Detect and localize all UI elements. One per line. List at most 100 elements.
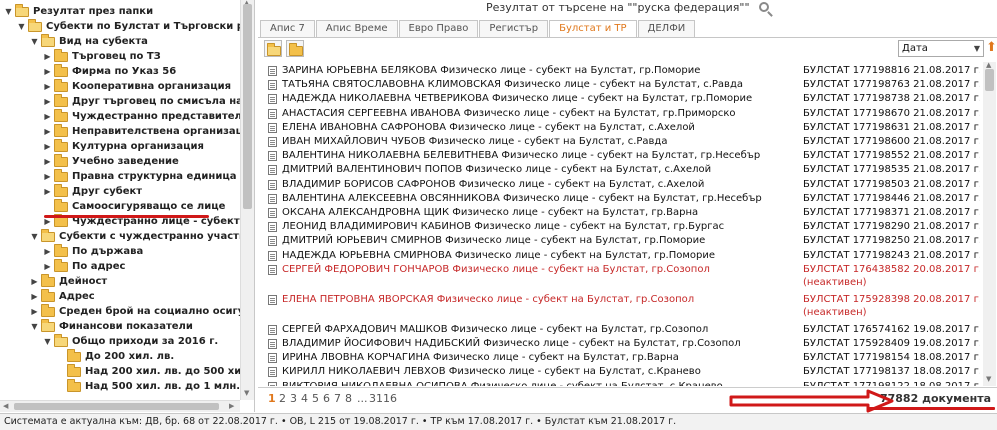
result-title-link[interactable]: ИВАН МИХАЙЛОВИЧ ЧУБОВ Физическо лице - с… [282, 135, 667, 148]
tab-4[interactable]: Булстат и ТР [549, 20, 637, 37]
results-scroll-thumb[interactable] [985, 69, 994, 91]
collapse-icon[interactable]: ▼ [30, 318, 39, 335]
result-bulstat-info: БУЛСТАТ 177198250 21.08.2017 г. [803, 235, 980, 247]
result-title-link[interactable]: ТАТЬЯНА СВЯТОСЛАВОВНА КЛИМОВСКАЯ Физичес… [282, 78, 743, 91]
page-link[interactable]: 8 [345, 392, 352, 405]
result-row[interactable]: НАДЕЖДА ЮРЬЕВНА СМИРНОВА Физическо лице … [268, 249, 980, 263]
result-title-link[interactable]: ВЛАДИМИР БОРИСОВ САФРОНОВ Физическо лице… [282, 178, 704, 191]
sort-select[interactable]: Дата ▼ [898, 40, 984, 57]
result-row[interactable]: ВИКТОРИЯ НИКОЛАЕВНА ОСИПОВА Физическо ли… [268, 380, 980, 386]
collapse-icon[interactable]: ▼ [4, 3, 13, 20]
sort-ascending-icon[interactable]: ⬆ [986, 40, 997, 57]
result-title-link[interactable]: ОКСАНА АЛЕКСАНДРОВНА ЩИК Физическо лице … [282, 206, 698, 219]
result-row[interactable]: ЕЛЕНА ИВАНОВНА САФРОНОВА Физическо лице … [268, 121, 980, 135]
result-row[interactable]: ИВАН МИХАЙЛОВИЧ ЧУБОВ Физическо лице - с… [268, 135, 980, 149]
result-row[interactable]: ТАТЬЯНА СВЯТОСЛАВОВНА КЛИМОВСКАЯ Физичес… [268, 78, 980, 92]
folder-icon [54, 108, 68, 122]
folder-icon [41, 303, 55, 317]
result-title-link[interactable]: ВИКТОРИЯ НИКОЛАЕВНА ОСИПОВА Физическо ли… [282, 380, 723, 386]
result-title-link[interactable]: ИРИНА ЛВОВНА КОРЧАГИНА Физическо лице - … [282, 351, 679, 364]
result-title-link[interactable]: ЕЛЕНА ПЕТРОВНА ЯВОРСКАЯ Физическо лице -… [282, 293, 694, 306]
results-vertical-scrollbar[interactable]: ▲ ▼ [983, 61, 996, 386]
result-row[interactable]: ДМИТРИЙ ЮРЬЕВИЧ СМИРНОВ Физическо лице -… [268, 234, 980, 248]
scroll-down-icon[interactable]: ▼ [244, 389, 249, 397]
search-icon[interactable] [759, 2, 770, 12]
result-status-badge: (неактивен) [803, 276, 867, 288]
page-link[interactable]: 4 [301, 392, 308, 405]
result-title-link[interactable]: АНАСТАСИЯ СЕРГЕЕВНА ИВАНОВА Физическо ли… [282, 107, 736, 120]
result-bulstat-info: БУЛСТАТ 177198446 21.08.2017 г. [803, 192, 980, 204]
tab-0[interactable]: Апис 7 [260, 20, 315, 37]
status-bar-text: Системата е актуална към: ДВ, бр. 68 от … [4, 416, 677, 427]
collapse-icon[interactable]: ▼ [17, 18, 26, 35]
result-bulstat-info: БУЛСТАТ 177198816 21.08.2017 г. [803, 65, 980, 76]
scroll-down-icon[interactable]: ▼ [986, 375, 991, 383]
result-title-link[interactable]: ВАЛЕНТИНА АЛЕКСЕЕВНА ОВСЯННИКОВА Физичес… [282, 192, 762, 205]
tab-2[interactable]: Евро Право [398, 20, 479, 37]
page-link[interactable]: 6 [323, 392, 330, 405]
result-title-link[interactable]: ЕЛЕНА ИВАНОВНА САФРОНОВА Физическо лице … [282, 121, 695, 134]
tab-1[interactable]: Апис Време [315, 20, 398, 37]
result-bulstat-info: БУЛСТАТ 175928409 19.08.2017 г. [803, 338, 980, 349]
folder-icon [54, 63, 68, 77]
result-row[interactable]: АНАСТАСИЯ СЕРГЕЕВНА ИВАНОВА Физическо ли… [268, 107, 980, 121]
document-icon [268, 222, 277, 233]
result-title-link[interactable]: ЗАРИНА ЮРЬЕВНА БЕЛЯКОВА Физическо лице -… [282, 64, 700, 77]
result-row[interactable]: ИРИНА ЛВОВНА КОРЧАГИНА Физическо лице - … [268, 351, 980, 365]
page-link[interactable]: 5 [312, 392, 319, 405]
tab-5[interactable]: ДЕЛФИ [637, 20, 696, 37]
page-link[interactable]: 2 [279, 392, 286, 405]
tree-horizontal-scrollbar[interactable]: ◀ ▶ [0, 400, 240, 412]
result-title-link[interactable]: ДМИТРИЙ ЮРЬЕВИЧ СМИРНОВ Физическо лице -… [282, 234, 705, 247]
result-bulstat-info: БУЛСТАТ 177198122 18.08.2017 г. [803, 380, 980, 386]
document-icon [268, 339, 277, 349]
folder-icon [289, 43, 303, 56]
result-bulstat-info: БУЛСТАТ 177198552 21.08.2017 г. [803, 150, 980, 162]
tab-3[interactable]: Регистър [479, 20, 549, 37]
page-link[interactable]: 7 [334, 392, 341, 405]
open-folder-button[interactable] [264, 40, 282, 57]
result-status-badge: (неактивен) [803, 306, 867, 318]
result-row[interactable]: СЕРГЕЙ ФАРХАДОВИЧ МАШКОВ Физическо лице … [268, 323, 980, 337]
result-bulstat-info: БУЛСТАТ 177198290 21.08.2017 г. [803, 221, 980, 233]
result-row[interactable]: ЗАРИНА ЮРЬЕВНА БЕЛЯКОВА Физическо лице -… [268, 64, 980, 78]
result-title-link[interactable]: ВЛАДИМИР ЙОСИФОВИЧ НАДИБСКИЙ Физическо л… [282, 337, 741, 350]
result-row[interactable]: ЕЛЕНА ПЕТРОВНА ЯВОРСКАЯ Физическо лице -… [268, 293, 980, 319]
result-title-link[interactable]: НАДЕЖДА НИКОЛАЕВНА ЧЕТВЕРИКОВА Физическо… [282, 92, 752, 105]
scroll-left-icon[interactable]: ◀ [3, 402, 8, 410]
open-folder-icon [267, 43, 281, 56]
collapse-icon[interactable]: ▼ [30, 33, 39, 50]
result-bulstat-info: БУЛСТАТ 177198738 21.08.2017 г. [803, 93, 980, 105]
result-title-link[interactable]: СЕРГЕЙ ФЕДОРОВИЧ ГОНЧАРОВ Физическо лице… [282, 263, 710, 276]
page-link[interactable]: 3 [290, 392, 297, 405]
folder-icon [67, 363, 81, 377]
open-folder-icon [15, 3, 29, 17]
result-row[interactable]: ДМИТРИЙ ВАЛЕНТИНОВИЧ ПОПОВ Физическо лиц… [268, 163, 980, 177]
page-link[interactable]: 1 [268, 392, 276, 405]
result-row[interactable]: НАДЕЖДА НИКОЛАЕВНА ЧЕТВЕРИКОВА Физическо… [268, 92, 980, 106]
result-title-link[interactable]: ДМИТРИЙ ВАЛЕНТИНОВИЧ ПОПОВ Физическо лиц… [282, 163, 711, 176]
scroll-up-icon[interactable]: ▲ [986, 61, 991, 69]
folder-button[interactable] [286, 40, 304, 57]
result-row[interactable]: ВАЛЕНТИНА АЛЕКСЕЕВНА ОВСЯННИКОВА Физичес… [268, 192, 980, 206]
result-title-link[interactable]: НАДЕЖДА ЮРЬЕВНА СМИРНОВА Физическо лице … [282, 249, 715, 262]
result-row[interactable]: ВЛАДИМИР БОРИСОВ САФРОНОВ Физическо лице… [268, 178, 980, 192]
result-row[interactable]: ЛЕОНИД ВЛАДИМИРОВИЧ КАБИНОВ Физическо ли… [268, 220, 980, 234]
result-row[interactable]: СЕРГЕЙ ФЕДОРОВИЧ ГОНЧАРОВ Физическо лице… [268, 263, 980, 289]
result-title-link[interactable]: ВАЛЕНТИНА НИКОЛАЕВНА БЕЛЕВИТНЕВА Физичес… [282, 149, 760, 162]
result-title-link[interactable]: СЕРГЕЙ ФАРХАДОВИЧ МАШКОВ Физическо лице … [282, 323, 708, 336]
collapse-icon[interactable]: ▼ [30, 228, 39, 245]
result-row[interactable]: КИРИЛЛ НИКОЛАЕВИЧ ЛЕВХОВ Физическо лице … [268, 365, 980, 379]
result-row[interactable]: ОКСАНА АЛЕКСАНДРОВНА ЩИК Физическо лице … [268, 206, 980, 220]
result-title-link[interactable]: КИРИЛЛ НИКОЛАЕВИЧ ЛЕВХОВ Физическо лице … [282, 365, 701, 378]
tree-vertical-scrollbar[interactable]: ▲ ▼ [240, 0, 254, 400]
tree-vertical-scroll-thumb[interactable] [243, 4, 252, 209]
tree-node[interactable]: Над 500 хил. лв. до 1 млн. лв. [56, 378, 240, 395]
collapse-icon[interactable]: ▼ [43, 333, 52, 350]
tree-horizontal-scroll-thumb[interactable] [14, 403, 219, 410]
page-link-last[interactable]: 3116 [369, 392, 397, 405]
result-title-link[interactable]: ЛЕОНИД ВЛАДИМИРОВИЧ КАБИНОВ Физическо ли… [282, 220, 724, 233]
scroll-right-icon[interactable]: ▶ [229, 402, 234, 410]
result-row[interactable]: ВЛАДИМИР ЙОСИФОВИЧ НАДИБСКИЙ Физическо л… [268, 337, 980, 351]
result-row[interactable]: ВАЛЕНТИНА НИКОЛАЕВНА БЕЛЕВИТНЕВА Физичес… [268, 149, 980, 163]
